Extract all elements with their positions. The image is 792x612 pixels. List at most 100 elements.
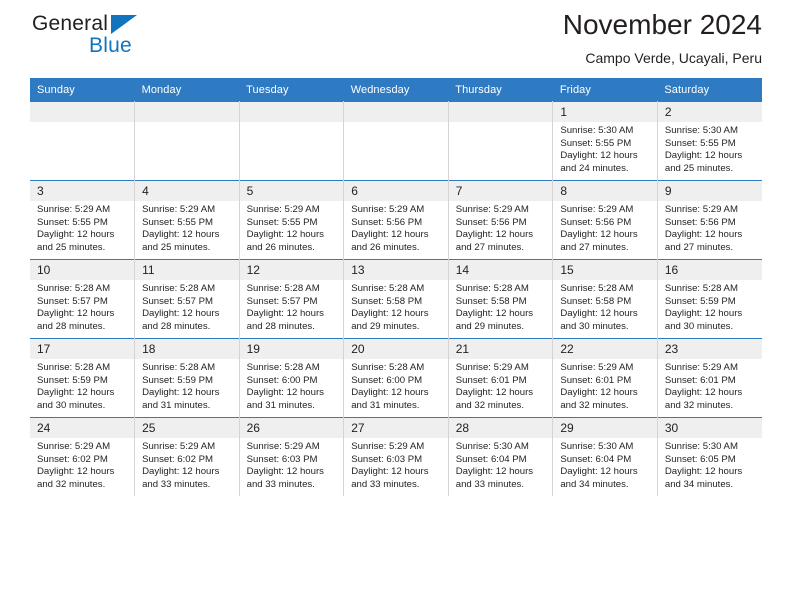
logo-text-general: General [32, 12, 109, 35]
sunset-text: Sunset: 6:01 PM [455, 374, 527, 386]
sunset-text: Sunset: 5:58 PM [455, 295, 527, 307]
sunrise-text: Sunrise: 5:29 AM [142, 204, 216, 215]
calendar-day-cell[interactable]: 11 Sunrise: 5:28 AM Sunset: 5:57 PM Dayligh… [134, 259, 240, 339]
day-details: Sunrise: 5:29 AM Sunset: 6:02 PM Daylight:… [30, 438, 134, 491]
calendar-day-cell[interactable]: 1 Sunrise: 5:30 AM Sunset: 5:55 PM Daylight… [552, 101, 658, 181]
daylight-text: Daylight: 12 hours and 28 minutes. [37, 308, 115, 332]
day-details: Sunrise: 5:28 AM Sunset: 5:59 PM Daylight:… [658, 280, 762, 333]
daylight-text: Daylight: 12 hours and 24 minutes. [560, 150, 638, 174]
calendar-day-cell[interactable]: 23 Sunrise: 5:29 AM Sunset: 6:01 PM Dayligh… [657, 338, 762, 418]
daylight-text: Daylight: 12 hours and 30 minutes. [664, 308, 743, 332]
page-title: November 2024 [562, 9, 762, 40]
sunset-text: Sunset: 5:57 PM [142, 295, 213, 307]
day-number: 1 [553, 102, 657, 122]
calendar-day-cell[interactable]: 16 Sunrise: 5:28 AM Sunset: 5:59 PM Dayligh… [657, 259, 762, 339]
calendar-day-cell[interactable]: 24 Sunrise: 5:29 AM Sunset: 6:02 PM Dayligh… [30, 417, 136, 496]
daylight-text: Daylight: 12 hours and 34 minutes. [560, 466, 638, 490]
daylight-text: Daylight: 12 hours and 27 minutes. [560, 229, 638, 253]
day-number [135, 102, 239, 122]
day-number [239, 102, 344, 122]
sunset-text: Sunset: 5:59 PM [37, 374, 108, 386]
day-details: Sunrise: 5:28 AM Sunset: 6:00 PM Daylight:… [344, 359, 448, 412]
day-details: Sunrise: 5:28 AM Sunset: 5:58 PM Daylight:… [344, 280, 448, 333]
day-number: 22 [553, 339, 657, 359]
calendar-day-cell-empty [343, 101, 449, 181]
logo-text-blue: Blue [89, 34, 132, 57]
calendar-day-cell[interactable]: 28 Sunrise: 5:30 AM Sunset: 6:04 PM Dayligh… [448, 417, 554, 496]
daylight-text: Daylight: 12 hours and 31 minutes. [351, 387, 429, 411]
calendar-week-row: 24 Sunrise: 5:29 AM Sunset: 6:02 PM Dayligh… [30, 417, 762, 496]
calendar-week-row: 17 Sunrise: 5:28 AM Sunset: 5:59 PM Dayligh… [30, 338, 762, 418]
day-number: 13 [344, 260, 448, 280]
sunset-text: Sunset: 6:00 PM [246, 374, 318, 386]
sunrise-text: Sunrise: 5:29 AM [560, 204, 634, 215]
general-blue-logo[interactable]: General Blue [30, 12, 180, 64]
weekday-header-wednesday: Wednesday [343, 78, 449, 102]
calendar-day-cell[interactable]: 6 Sunrise: 5:29 AM Sunset: 5:56 PM Daylight… [343, 180, 449, 260]
sunset-text: Sunset: 6:02 PM [37, 453, 108, 465]
calendar-day-cell[interactable]: 25 Sunrise: 5:29 AM Sunset: 6:02 PM Dayligh… [134, 417, 240, 496]
calendar-day-cell[interactable]: 27 Sunrise: 5:29 AM Sunset: 6:03 PM Dayligh… [343, 417, 449, 496]
daylight-text: Daylight: 12 hours and 28 minutes. [142, 308, 220, 332]
daylight-text: Daylight: 12 hours and 33 minutes. [142, 466, 220, 490]
sunrise-text: Sunrise: 5:28 AM [142, 362, 216, 373]
calendar-day-cell[interactable]: 20 Sunrise: 5:28 AM Sunset: 6:00 PM Dayligh… [343, 338, 449, 418]
calendar-day-cell[interactable]: 26 Sunrise: 5:29 AM Sunset: 6:03 PM Dayligh… [239, 417, 345, 496]
calendar-day-cell[interactable]: 4 Sunrise: 5:29 AM Sunset: 5:55 PM Daylight… [134, 180, 240, 260]
day-details: Sunrise: 5:30 AM Sunset: 6:04 PM Daylight:… [449, 438, 553, 491]
calendar-day-cell[interactable]: 8 Sunrise: 5:29 AM Sunset: 5:56 PM Daylight… [552, 180, 658, 260]
day-number: 15 [553, 260, 657, 280]
day-details: Sunrise: 5:29 AM Sunset: 6:01 PM Daylight:… [449, 359, 553, 412]
calendar-day-cell[interactable]: 7 Sunrise: 5:29 AM Sunset: 5:56 PM Daylight… [448, 180, 554, 260]
calendar-day-cell[interactable]: 5 Sunrise: 5:29 AM Sunset: 5:55 PM Daylight… [239, 180, 345, 260]
day-number: 4 [135, 181, 239, 201]
calendar-day-cell[interactable]: 2 Sunrise: 5:30 AM Sunset: 5:55 PM Daylight… [657, 101, 762, 181]
daylight-text: Daylight: 12 hours and 31 minutes. [246, 387, 324, 411]
sunset-text: Sunset: 5:55 PM [37, 216, 108, 228]
sunrise-text: Sunrise: 5:29 AM [560, 362, 634, 373]
sunrise-text: Sunrise: 5:29 AM [37, 204, 111, 215]
calendar-day-cell[interactable]: 10 Sunrise: 5:28 AM Sunset: 5:57 PM Dayligh… [30, 259, 136, 339]
sunrise-text: Sunrise: 5:29 AM [664, 362, 738, 373]
sunrise-text: Sunrise: 5:29 AM [664, 204, 738, 215]
calendar-day-cell[interactable]: 30 Sunrise: 5:30 AM Sunset: 6:05 PM Dayligh… [657, 417, 762, 496]
daylight-text: Daylight: 12 hours and 29 minutes. [455, 308, 534, 332]
daylight-text: Daylight: 12 hours and 32 minutes. [37, 466, 115, 490]
day-details: Sunrise: 5:30 AM Sunset: 6:04 PM Daylight:… [553, 438, 657, 491]
daylight-text: Daylight: 12 hours and 25 minutes. [664, 150, 743, 174]
sunrise-text: Sunrise: 5:28 AM [246, 362, 320, 373]
sunset-text: Sunset: 6:01 PM [664, 374, 736, 386]
calendar-day-cell[interactable]: 9 Sunrise: 5:29 AM Sunset: 5:56 PM Daylight… [657, 180, 762, 260]
sunset-text: Sunset: 5:55 PM [560, 137, 632, 149]
calendar-day-cell[interactable]: 12 Sunrise: 5:28 AM Sunset: 5:57 PM Dayligh… [239, 259, 345, 339]
day-number: 11 [135, 260, 239, 280]
day-details: Sunrise: 5:30 AM Sunset: 5:55 PM Daylight:… [658, 122, 762, 175]
calendar-day-cell[interactable]: 29 Sunrise: 5:30 AM Sunset: 6:04 PM Dayligh… [552, 417, 658, 496]
day-number: 9 [657, 181, 762, 201]
calendar-day-cell[interactable]: 22 Sunrise: 5:29 AM Sunset: 6:01 PM Dayligh… [552, 338, 658, 418]
calendar-day-cell[interactable]: 21 Sunrise: 5:29 AM Sunset: 6:01 PM Dayligh… [448, 338, 554, 418]
calendar-day-cell[interactable]: 14 Sunrise: 5:28 AM Sunset: 5:58 PM Dayligh… [448, 259, 554, 339]
calendar-day-cell[interactable]: 17 Sunrise: 5:28 AM Sunset: 5:59 PM Dayligh… [30, 338, 136, 418]
calendar-day-cell[interactable]: 18 Sunrise: 5:28 AM Sunset: 5:59 PM Dayligh… [134, 338, 240, 418]
daylight-text: Daylight: 12 hours and 30 minutes. [37, 387, 115, 411]
day-details: Sunrise: 5:30 AM Sunset: 6:05 PM Daylight:… [658, 438, 762, 491]
title-block: November 2024 Campo Verde, Ucayali, Peru [563, 8, 762, 68]
day-details: Sunrise: 5:29 AM Sunset: 6:02 PM Daylight:… [135, 438, 239, 491]
weekday-header-sunday: Sunday [30, 78, 135, 102]
calendar-day-cell[interactable]: 3 Sunrise: 5:29 AM Sunset: 5:55 PM Daylight… [30, 180, 136, 260]
day-number: 23 [657, 339, 762, 359]
calendar-table: Sunday Monday Tuesday Wednesday Thursday Frid… [30, 78, 762, 496]
day-number: 17 [30, 339, 135, 359]
daylight-text: Daylight: 12 hours and 34 minutes. [664, 466, 743, 490]
daylight-text: Daylight: 12 hours and 31 minutes. [142, 387, 220, 411]
day-number: 27 [344, 418, 448, 438]
calendar-day-cell[interactable]: 15 Sunrise: 5:28 AM Sunset: 5:58 PM Dayligh… [552, 259, 658, 339]
weekday-header-saturday: Saturday [657, 78, 762, 102]
sunrise-text: Sunrise: 5:28 AM [455, 283, 529, 294]
calendar-day-cell[interactable]: 13 Sunrise: 5:28 AM Sunset: 5:58 PM Dayligh… [343, 259, 449, 339]
calendar-day-cell[interactable]: 19 Sunrise: 5:28 AM Sunset: 6:00 PM Dayligh… [239, 338, 345, 418]
sunrise-text: Sunrise: 5:28 AM [246, 283, 320, 294]
sunrise-text: Sunrise: 5:29 AM [246, 441, 320, 452]
sunrise-text: Sunrise: 5:28 AM [351, 283, 425, 294]
